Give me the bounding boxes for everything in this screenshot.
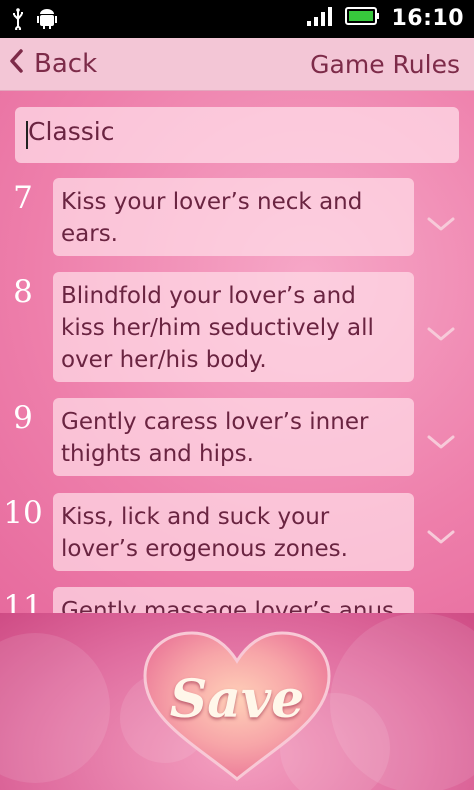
android-debug-icon: [36, 8, 58, 34]
rule-number: 8: [13, 274, 33, 310]
usb-icon: [10, 8, 26, 34]
rule-text: Kiss your lover’s neck and ears.: [61, 189, 363, 247]
back-label: Back: [34, 49, 98, 79]
rule-text: Blindfold your lover’s and kiss her/him …: [61, 283, 374, 373]
chevron-down-icon[interactable]: [426, 214, 456, 234]
status-bar: 16:10: [0, 0, 474, 38]
battery-icon: [345, 5, 381, 31]
nav-bar: Back Game Rules: [0, 38, 474, 91]
back-button[interactable]: Back: [8, 38, 97, 90]
rules-list[interactable]: 7 Kiss your lover’s neck and ears. 8 Bli…: [0, 176, 474, 613]
signal-icon: [305, 4, 335, 32]
rule-text-field[interactable]: Blindfold your lover’s and kiss her/him …: [53, 272, 414, 382]
rule-text: Kiss, lick and suck your lover’s erogeno…: [61, 504, 348, 562]
footer: Save: [0, 613, 474, 790]
chevron-down-icon[interactable]: [426, 324, 456, 344]
rule-number: 10: [3, 495, 43, 531]
clock: 16:10: [391, 5, 464, 31]
rule-text-field[interactable]: Gently caress lover’s inner thights and …: [53, 398, 414, 476]
rules-set-name-value: Classic: [28, 117, 115, 146]
rule-text-field[interactable]: Kiss your lover’s neck and ears.: [53, 178, 414, 256]
bokeh-decoration: [0, 633, 110, 783]
save-button[interactable]: Save: [137, 631, 337, 781]
save-label: Save: [169, 669, 305, 730]
chevron-left-icon: [8, 48, 24, 81]
rule-text-field[interactable]: Kiss, lick and suck your lover’s erogeno…: [53, 493, 414, 571]
rules-set-name-input[interactable]: Classic: [15, 107, 459, 163]
rule-text-field[interactable]: Gently massage lover’s anus: [53, 587, 414, 613]
chevron-down-icon[interactable]: [426, 527, 456, 547]
chevron-down-icon[interactable]: [426, 432, 456, 452]
page-title: Game Rules: [310, 49, 460, 79]
rule-number: 7: [13, 180, 33, 216]
rule-number: 9: [13, 400, 33, 436]
rule-text: Gently massage lover’s anus: [61, 598, 395, 613]
rule-number: 11: [3, 589, 43, 613]
rule-text: Gently caress lover’s inner thights and …: [61, 409, 369, 467]
